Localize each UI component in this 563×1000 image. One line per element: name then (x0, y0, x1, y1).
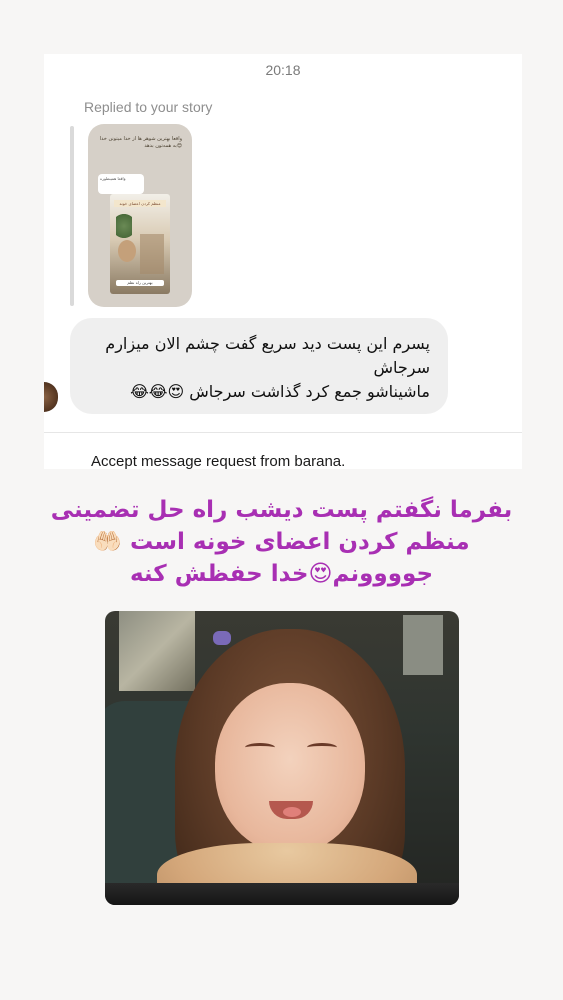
story-thumb-caption: واقعا بهترین شوهر ها از خدا میتونن خدا ب… (99, 136, 182, 149)
story-thumb-tag: منظم کردن اعضای خونه (114, 200, 166, 207)
caption-line-1: بفرما نگفتم پست دیشب راه حل تضمینی (50, 497, 513, 523)
girl-face (215, 683, 365, 853)
story-thumb-chat-bubble: واقعا همینطوره (98, 174, 144, 194)
story-thumb-photo: منظم کردن اعضای خونه بهترین راه نظم (110, 194, 170, 294)
message-line-1: پسرم این پست دید سریع گفت چشم الان میزار… (105, 334, 430, 377)
sender-avatar[interactable] (44, 382, 58, 412)
accept-request-text[interactable]: Accept message request from barana. (91, 453, 345, 470)
background-window-right (403, 615, 443, 675)
message-timestamp: 20:18 (265, 62, 301, 78)
book (105, 883, 459, 905)
message-bubble[interactable]: پسرم این پست دید سریع گفت چشم الان میزار… (70, 318, 448, 414)
dm-card: 20:18 Replied to your story واقعا بهترین… (44, 54, 522, 470)
divider (44, 432, 522, 433)
left-eye (245, 743, 275, 752)
smiling-mouth (269, 801, 313, 819)
caption-line-3: جوووونم😍خدا حفظش کنه (129, 561, 434, 587)
overlay-caption: بفرما نگفتم پست دیشب راه حل تضمینی منظم … (20, 494, 543, 590)
right-eye (307, 743, 337, 752)
hair-clip (213, 631, 231, 645)
story-thumb-bottom-label: بهترین راه نظم (116, 280, 164, 286)
shelf-shape (140, 234, 164, 274)
message-text: پسرم این پست دید سریع گفت چشم الان میزار… (80, 332, 430, 404)
child-shape (118, 240, 136, 262)
meme-photo (105, 611, 459, 905)
reply-indicator-line (70, 126, 74, 306)
message-line-2: ماشیناشو جمع کرد گذاشت سرجاش 😍😂😂 (130, 382, 430, 401)
caption-line-2: منظم کردن اعضای خونه است 🤲🏻 (93, 529, 470, 555)
background-window (119, 611, 195, 691)
tongue (283, 807, 301, 817)
story-thumbnail[interactable]: واقعا بهترین شوهر ها از خدا میتونن خدا ب… (88, 124, 192, 307)
reply-label: Replied to your story (84, 99, 213, 115)
